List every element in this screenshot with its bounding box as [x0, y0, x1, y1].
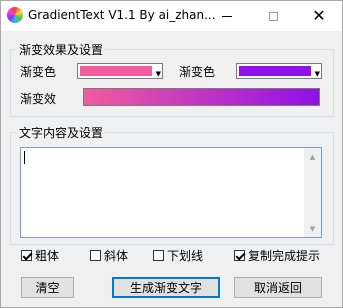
copy-notify-checkbox-box[interactable]: [234, 250, 245, 261]
title-bar[interactable]: GradientText V1.1 By ai_zhan... ✕: [1, 1, 342, 31]
app-window: GradientText V1.1 By ai_zhan... ✕ 渐变效果及设…: [0, 0, 343, 308]
end-color-picker[interactable]: ▼: [236, 63, 322, 79]
italic-checkbox[interactable]: 斜体: [90, 247, 128, 264]
cancel-button[interactable]: 取消返回: [234, 277, 322, 298]
bold-checkbox-box[interactable]: [21, 250, 32, 261]
bold-checkbox[interactable]: 粗体: [21, 247, 59, 264]
maximize-icon: [268, 11, 278, 21]
end-color-swatch: [239, 66, 311, 76]
clear-button[interactable]: 清空: [21, 277, 74, 298]
gradient-preview-label: 渐变效: [20, 92, 57, 106]
close-button[interactable]: ✕: [296, 1, 342, 31]
start-color-label: 渐变色: [20, 65, 57, 79]
text-settings-legend: 文字内容及设置: [19, 126, 104, 140]
end-color-label: 渐变色: [179, 65, 216, 79]
gradient-preview-bar: [83, 88, 320, 106]
app-icon: [7, 7, 23, 23]
scroll-up-icon[interactable]: ▲: [304, 148, 321, 165]
bold-checkbox-label: 粗体: [35, 249, 60, 263]
scroll-down-icon[interactable]: ▼: [304, 220, 321, 237]
copy-notify-checkbox[interactable]: 复制完成提示: [234, 247, 320, 264]
dropdown-arrow-icon: ▼: [314, 70, 320, 78]
copy-notify-checkbox-label: 复制完成提示: [248, 249, 321, 263]
underline-checkbox-label: 下划线: [167, 249, 204, 263]
minimize-button[interactable]: [204, 1, 250, 31]
generate-button[interactable]: 生成渐变文字: [112, 277, 220, 298]
italic-checkbox-label: 斜体: [104, 249, 129, 263]
start-color-swatch: [80, 66, 152, 76]
start-color-picker[interactable]: ▼: [77, 63, 163, 79]
text-content-input[interactable]: ▲ ▼: [20, 147, 322, 238]
underline-checkbox-box[interactable]: [153, 250, 164, 261]
close-icon: ✕: [312, 6, 326, 25]
text-caret: [24, 151, 25, 164]
gradient-settings-legend: 渐变效果及设置: [19, 43, 104, 57]
window-title: GradientText V1.1 By ai_zhan...: [28, 8, 216, 22]
dropdown-arrow-icon: ▼: [155, 70, 161, 78]
underline-checkbox[interactable]: 下划线: [153, 247, 203, 264]
maximize-button[interactable]: [250, 1, 296, 31]
italic-checkbox-box[interactable]: [90, 250, 101, 261]
minimize-icon: [222, 15, 232, 17]
vertical-scrollbar[interactable]: ▲ ▼: [304, 148, 321, 237]
